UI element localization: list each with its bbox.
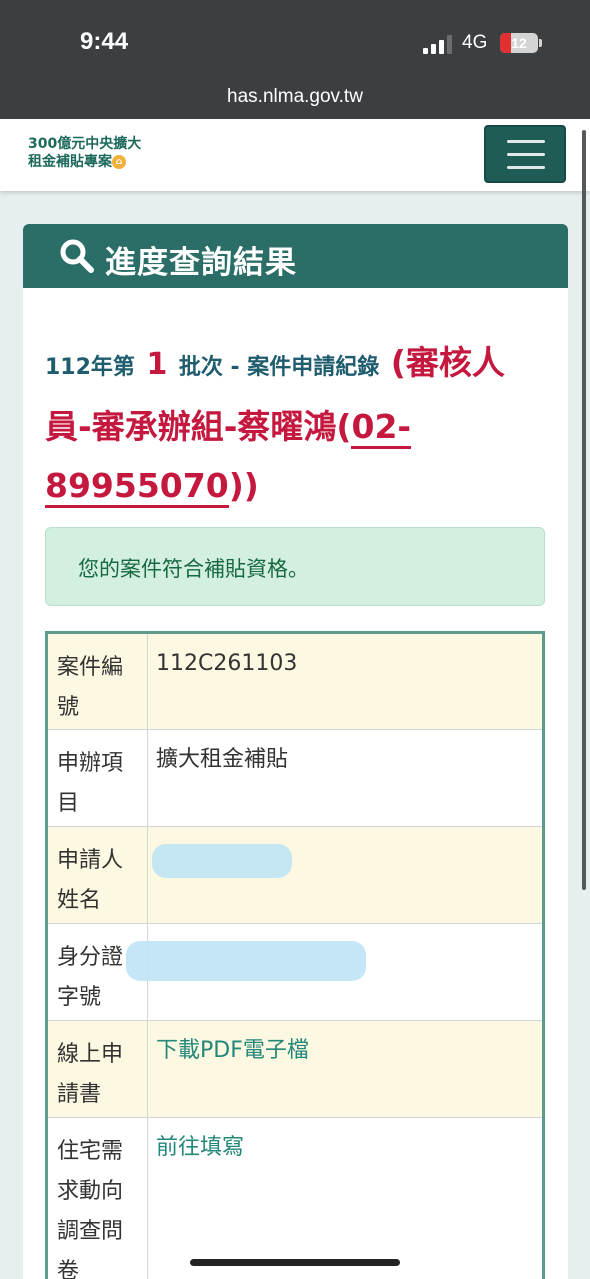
table-row: 線上申請書 下載PDF電子檔 bbox=[46, 1020, 544, 1118]
applicant-name-value bbox=[147, 826, 544, 924]
battery-icon: 12 bbox=[500, 33, 538, 53]
table-row: 申請人姓名 bbox=[46, 826, 544, 924]
url-text[interactable]: has.nlma.gov.tw bbox=[0, 86, 590, 108]
site-logo[interactable]: 300億元中央擴大 租金補貼專案 ⌂ bbox=[28, 135, 141, 171]
case-number-value: 112C261103 bbox=[147, 632, 544, 730]
hamburger-icon bbox=[507, 140, 545, 143]
case-info-table: 案件編號 112C261103 申辦項目 擴大租金補貼 申請人姓名 身分證字號 … bbox=[45, 631, 545, 1279]
row-label: 住宅需求動向調查問卷 bbox=[46, 1117, 148, 1279]
alert-message: 您的案件符合補貼資格。 bbox=[78, 557, 309, 581]
battery-level: 12 bbox=[511, 35, 527, 51]
search-icon bbox=[60, 239, 94, 273]
page-title: 進度查詢結果 bbox=[105, 245, 297, 281]
menu-button[interactable] bbox=[484, 125, 566, 183]
battery-cap bbox=[539, 39, 542, 47]
status-bar: 9:44 4G 12 bbox=[0, 0, 590, 80]
reviewer-close: )) bbox=[228, 466, 259, 505]
card-header: 進度查詢結果 bbox=[23, 224, 568, 288]
batch-record-title: 112年第 1 批次 - 案件申請紀錄 (審核人員-審承辦組-蔡曜鴻(02-89… bbox=[45, 333, 525, 515]
survey-link[interactable]: 前往填寫 bbox=[156, 1135, 244, 1160]
hamburger-icon-line bbox=[507, 153, 545, 156]
batch-number: 1 bbox=[146, 347, 168, 382]
logo-line2: 租金補貼專案 bbox=[28, 154, 112, 170]
network-type: 4G bbox=[462, 32, 488, 53]
id-number-value bbox=[126, 923, 544, 1021]
batch-suffix: 批次 - 案件申請紀錄 bbox=[178, 355, 380, 380]
row-label: 申辦項目 bbox=[46, 729, 148, 827]
row-label: 案件編號 bbox=[46, 632, 148, 730]
table-row: 案件編號 112C261103 bbox=[46, 632, 544, 730]
row-label: 線上申請書 bbox=[46, 1020, 148, 1118]
download-cell: 下載PDF電子檔 bbox=[147, 1020, 544, 1118]
download-pdf-link[interactable]: 下載PDF電子檔 bbox=[156, 1038, 309, 1063]
site-header: 300億元中央擴大 租金補貼專案 ⌂ bbox=[0, 119, 590, 191]
home-indicator[interactable] bbox=[190, 1259, 400, 1266]
eligibility-alert: 您的案件符合補貼資格。 bbox=[45, 527, 545, 606]
signal-icon bbox=[423, 34, 453, 54]
status-time: 9:44 bbox=[80, 28, 129, 55]
survey-cell: 前往填寫 bbox=[147, 1117, 544, 1279]
home-icon: ⌂ bbox=[112, 155, 126, 169]
redaction-scribble bbox=[126, 941, 366, 981]
table-row: 身分證字號 bbox=[46, 923, 544, 1021]
application-item-value: 擴大租金補貼 bbox=[147, 729, 544, 827]
hamburger-icon-line bbox=[507, 166, 545, 169]
logo-line1: 300億元中央擴大 bbox=[28, 136, 142, 152]
browser-address-bar[interactable]: has.nlma.gov.tw bbox=[0, 80, 590, 119]
redaction-scribble bbox=[152, 844, 292, 878]
batch-prefix: 112年第 bbox=[45, 355, 135, 380]
table-row: 申辦項目 擴大租金補貼 bbox=[46, 729, 544, 827]
table-row: 住宅需求動向調查問卷 前往填寫 bbox=[46, 1117, 544, 1279]
scrollbar[interactable] bbox=[582, 130, 586, 890]
row-label: 申請人姓名 bbox=[46, 826, 148, 924]
